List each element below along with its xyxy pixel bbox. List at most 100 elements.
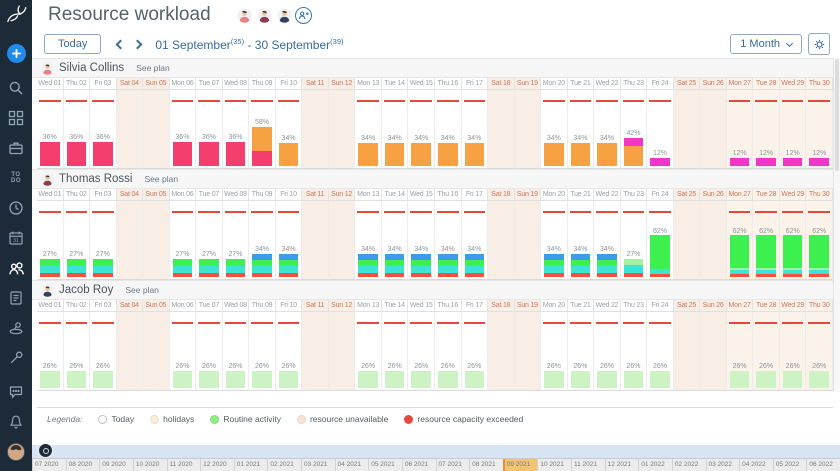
day-cell[interactable] bbox=[143, 201, 170, 280]
day-cell[interactable] bbox=[143, 90, 170, 169]
scrollbar-thumb[interactable] bbox=[835, 59, 839, 171]
workload-bar[interactable] bbox=[93, 142, 113, 166]
day-cell[interactable] bbox=[700, 90, 727, 169]
workload-bar[interactable] bbox=[411, 371, 431, 388]
workload-bar[interactable] bbox=[597, 254, 617, 277]
workload-bar[interactable] bbox=[465, 254, 485, 277]
day-cell[interactable]: 26% bbox=[170, 312, 197, 391]
timeline-month[interactable]: 10 2021 bbox=[537, 459, 571, 471]
workload-bar[interactable] bbox=[67, 259, 87, 277]
timeline-month[interactable]: 08 2020 bbox=[66, 459, 100, 471]
day-cell[interactable]: 34% bbox=[541, 201, 568, 280]
timeline-month[interactable]: 03 2022 bbox=[706, 459, 740, 471]
day-cell[interactable] bbox=[302, 90, 329, 169]
workload-bar[interactable] bbox=[624, 138, 644, 166]
day-cell[interactable]: 26% bbox=[806, 312, 833, 391]
workload-bar[interactable] bbox=[226, 259, 246, 277]
timeline-month[interactable]: 04 2022 bbox=[739, 459, 773, 471]
workload-bar[interactable] bbox=[624, 259, 644, 277]
day-cell[interactable]: 26% bbox=[196, 312, 223, 391]
add-button[interactable] bbox=[7, 44, 26, 63]
day-cell[interactable]: 58% bbox=[249, 90, 276, 169]
day-cell[interactable]: 62% bbox=[727, 201, 754, 280]
day-cell[interactable]: 26% bbox=[408, 312, 435, 391]
workload-bar[interactable] bbox=[358, 371, 378, 388]
chat-icon[interactable] bbox=[3, 379, 29, 405]
day-cell[interactable] bbox=[117, 312, 144, 391]
day-cell[interactable]: 36% bbox=[37, 90, 64, 169]
workload-bar[interactable] bbox=[173, 259, 193, 277]
workload-bar[interactable] bbox=[67, 142, 87, 166]
day-cell[interactable]: 12% bbox=[806, 90, 833, 169]
day-cell[interactable]: 34% bbox=[355, 90, 382, 169]
day-cell[interactable] bbox=[329, 90, 356, 169]
workload-bar[interactable] bbox=[597, 143, 617, 166]
day-cell[interactable] bbox=[488, 312, 515, 391]
timeline-month[interactable]: 12 2021 bbox=[605, 459, 639, 471]
workload-bar[interactable] bbox=[252, 371, 272, 388]
day-cell[interactable]: 12% bbox=[647, 90, 674, 169]
day-cell[interactable]: 34% bbox=[462, 90, 489, 169]
timeline-month[interactable]: 07 2021 bbox=[436, 459, 470, 471]
workload-bar[interactable] bbox=[279, 371, 299, 388]
stamp-icon[interactable] bbox=[3, 315, 29, 341]
workload-bar[interactable] bbox=[438, 143, 458, 166]
todo-icon[interactable]: TO DO bbox=[3, 165, 29, 191]
day-cell[interactable] bbox=[674, 90, 701, 169]
day-cell[interactable]: 27% bbox=[170, 201, 197, 280]
next-period-button[interactable] bbox=[133, 39, 143, 49]
day-cell[interactable]: 12% bbox=[753, 90, 780, 169]
timeline-month[interactable]: 01 2021 bbox=[234, 459, 268, 471]
day-cell[interactable]: 62% bbox=[753, 201, 780, 280]
tools-icon[interactable] bbox=[3, 345, 29, 371]
report-icon[interactable] bbox=[3, 285, 29, 311]
clock-icon[interactable] bbox=[3, 195, 29, 221]
workload-bar[interactable] bbox=[226, 142, 246, 166]
day-cell[interactable]: 62% bbox=[647, 201, 674, 280]
resource-filter-avatar-1[interactable] bbox=[237, 8, 252, 23]
search-icon[interactable] bbox=[3, 75, 29, 101]
timeline-month[interactable]: 09 2021 bbox=[503, 459, 538, 471]
day-cell[interactable]: 26% bbox=[780, 312, 807, 391]
workload-bar[interactable] bbox=[783, 158, 803, 166]
day-cell[interactable] bbox=[515, 312, 542, 391]
day-cell[interactable]: 34% bbox=[568, 201, 595, 280]
day-cell[interactable]: 26% bbox=[64, 312, 91, 391]
workload-bar[interactable] bbox=[438, 254, 458, 277]
workload-bar[interactable] bbox=[571, 254, 591, 277]
day-cell[interactable] bbox=[488, 90, 515, 169]
workload-bar[interactable] bbox=[544, 143, 564, 166]
day-cell[interactable] bbox=[674, 312, 701, 391]
workload-bar[interactable] bbox=[597, 371, 617, 388]
timeline-month[interactable]: 06 2021 bbox=[402, 459, 436, 471]
workload-bar[interactable] bbox=[809, 371, 829, 388]
day-cell[interactable]: 34% bbox=[594, 201, 621, 280]
day-cell[interactable]: 34% bbox=[276, 201, 303, 280]
day-cell[interactable]: 27% bbox=[90, 201, 117, 280]
workload-bar[interactable] bbox=[465, 371, 485, 388]
workload-bar[interactable] bbox=[252, 127, 272, 166]
day-cell[interactable]: 27% bbox=[64, 201, 91, 280]
day-cell[interactable]: 26% bbox=[249, 312, 276, 391]
day-cell[interactable]: 27% bbox=[196, 201, 223, 280]
timeline-month[interactable]: 03 2021 bbox=[301, 459, 335, 471]
day-cell[interactable] bbox=[329, 201, 356, 280]
resources-icon[interactable] bbox=[3, 255, 29, 281]
day-cell[interactable]: 12% bbox=[727, 90, 754, 169]
workload-bar[interactable] bbox=[730, 371, 750, 388]
workload-bar[interactable] bbox=[358, 254, 378, 277]
workload-bar[interactable] bbox=[730, 235, 750, 277]
see-plan-link[interactable]: See plan bbox=[125, 285, 159, 295]
day-cell[interactable] bbox=[143, 312, 170, 391]
workload-bar[interactable] bbox=[93, 259, 113, 277]
day-cell[interactable] bbox=[515, 201, 542, 280]
period-select[interactable]: 1 Month bbox=[730, 34, 802, 54]
day-cell[interactable]: 26% bbox=[382, 312, 409, 391]
day-cell[interactable]: 26% bbox=[223, 312, 250, 391]
day-cell[interactable]: 26% bbox=[90, 312, 117, 391]
timeline-month[interactable]: 11 2020 bbox=[167, 459, 201, 471]
day-cell[interactable]: 27% bbox=[37, 201, 64, 280]
notifications-bell-icon[interactable] bbox=[3, 409, 29, 435]
workload-bar[interactable] bbox=[411, 254, 431, 277]
workload-bar[interactable] bbox=[438, 371, 458, 388]
